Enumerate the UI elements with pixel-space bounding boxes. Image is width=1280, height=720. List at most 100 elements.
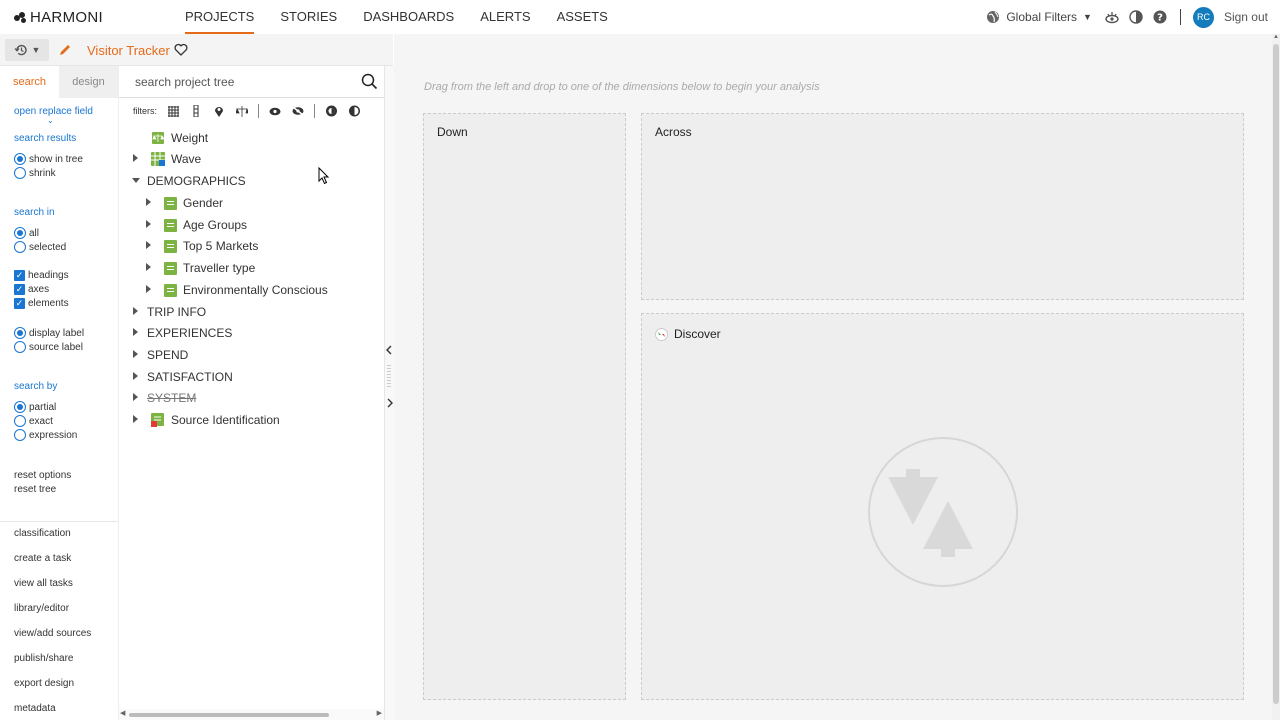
favorite-heart-icon[interactable] [174,43,188,61]
nav-alerts[interactable]: ALERTS [480,0,530,34]
tree-node-traveller-type[interactable]: Traveller type [164,259,255,277]
grid-filter-icon[interactable] [166,104,180,118]
nav-stories[interactable]: STORIES [280,0,337,34]
tree-node-weight[interactable]: Weight [151,129,208,147]
radio-off[interactable] [14,341,26,353]
option-source-label[interactable]: source label [14,341,83,353]
expand-arrow-icon[interactable] [133,154,138,162]
collapse-arrow-icon[interactable] [132,178,140,183]
option-partial[interactable]: partial [14,401,56,413]
chevron-down-icon[interactable]: ⌄ [47,116,54,125]
option-exact[interactable]: exact [14,415,53,427]
user-avatar[interactable]: RC [1192,6,1214,28]
tree-node-gender[interactable]: Gender [164,194,223,212]
expand-right-icon[interactable] [386,398,394,408]
watch-icon[interactable] [1104,9,1120,25]
expand-arrow-icon[interactable] [146,220,151,228]
sign-out-link[interactable]: Sign out [1224,10,1268,24]
menu-view-add-sources[interactable]: view/add sources [14,628,91,639]
nav-projects[interactable]: PROJECTS [185,0,255,34]
location-pin-icon[interactable] [212,104,226,118]
tree-node-environmentally-conscious[interactable]: Environmentally Conscious [164,281,328,299]
option-expression[interactable]: expression [14,429,77,441]
tree-horizontal-scrollbar[interactable]: ◀ ▶ [119,709,384,720]
history-button[interactable]: ▼ [5,39,49,61]
radio-on[interactable] [14,227,26,239]
expand-arrow-icon[interactable] [133,415,138,423]
tree-node-demographics[interactable]: DEMOGRAPHICS [147,172,246,190]
edit-title-button[interactable] [53,39,77,61]
expand-arrow-icon[interactable] [133,350,138,358]
across-drop-zone[interactable]: Across [641,113,1244,300]
option-all[interactable]: all [14,227,39,239]
expand-arrow-icon[interactable] [146,241,151,249]
circle-fill-icon[interactable] [347,104,361,118]
tab-design[interactable]: design [59,66,118,98]
checkbox-axes[interactable]: ✓ axes [14,284,49,295]
tree-node-trip-info[interactable]: TRIP INFO [147,303,206,321]
check-icon[interactable]: ✓ [14,284,25,295]
radio-off[interactable] [14,241,26,253]
tab-search[interactable]: search [0,66,59,98]
menu-create-task[interactable]: create a task [14,553,71,564]
scroll-right-icon[interactable]: ▶ [377,709,382,717]
check-icon[interactable]: ✓ [14,270,25,281]
scroll-up-icon[interactable]: ▲ [1273,34,1279,40]
option-display-label[interactable]: display label [14,327,84,339]
reset-tree-link[interactable]: reset tree [14,484,56,495]
tree-node-age-groups[interactable]: Age Groups [164,216,247,234]
search-icon[interactable] [361,73,378,90]
reset-options-link[interactable]: reset options [14,470,71,481]
scroll-left-icon[interactable]: ◀ [120,709,125,717]
circle-half-icon[interactable] [324,104,338,118]
radio-off[interactable] [14,415,26,427]
radio-on[interactable] [14,401,26,413]
checkbox-headings[interactable]: ✓ headings [14,270,69,281]
drag-handle-icon[interactable] [387,365,391,389]
expand-arrow-icon[interactable] [133,307,138,315]
menu-export-design[interactable]: export design [14,678,74,689]
menu-metadata[interactable]: metadata [14,703,56,714]
discover-drop-zone[interactable]: Discover [641,313,1244,700]
menu-view-all-tasks[interactable]: view all tasks [14,578,73,589]
collapse-left-icon[interactable] [385,345,393,355]
main-vertical-scrollbar[interactable]: ▲ [1272,34,1280,720]
menu-publish-share[interactable]: publish/share [14,653,73,664]
global-filters-button[interactable]: Global Filters ▼ [986,10,1092,24]
expand-arrow-icon[interactable] [146,263,151,271]
down-drop-zone[interactable]: Down [423,113,626,700]
checkbox-elements[interactable]: ✓ elements [14,298,69,309]
weight-filter-icon[interactable] [235,104,249,118]
check-icon[interactable]: ✓ [14,298,25,309]
contrast-icon[interactable] [1128,9,1144,25]
option-shrink[interactable]: shrink [14,167,56,179]
option-show-in-tree[interactable]: show in tree [14,153,83,165]
nav-assets[interactable]: ASSETS [557,0,608,34]
radio-off[interactable] [14,429,26,441]
eye-slash-icon[interactable] [291,104,305,118]
tree-node-system[interactable]: SYSTEM [147,389,196,407]
menu-classification[interactable]: classification [14,528,71,539]
scrollbar-thumb[interactable] [129,713,329,717]
eye-icon[interactable] [268,104,282,118]
expand-arrow-icon[interactable] [146,198,151,206]
tree-node-wave[interactable]: Wave [151,150,201,168]
panel-splitter[interactable] [384,66,394,720]
expand-arrow-icon[interactable] [133,372,138,380]
expand-arrow-icon[interactable] [133,393,138,401]
tree-search-input[interactable] [135,74,355,90]
radio-on[interactable] [14,153,26,165]
menu-library-editor[interactable]: library/editor [14,603,69,614]
column-filter-icon[interactable] [189,104,203,118]
option-selected[interactable]: selected [14,241,66,253]
nav-dashboards[interactable]: DASHBOARDS [363,0,454,34]
tree-node-satisfaction[interactable]: SATISFACTION [147,368,233,386]
scrollbar-thumb[interactable] [1273,44,1279,704]
tree-node-source-identification[interactable]: Source Identification [151,411,280,429]
tree-node-top5-markets[interactable]: Top 5 Markets [164,237,258,255]
tree-node-experiences[interactable]: EXPERIENCES [147,324,232,342]
expand-arrow-icon[interactable] [133,328,138,336]
expand-arrow-icon[interactable] [146,285,151,293]
harmoni-logo[interactable]: HARMONI [14,9,103,26]
radio-off[interactable] [14,167,26,179]
